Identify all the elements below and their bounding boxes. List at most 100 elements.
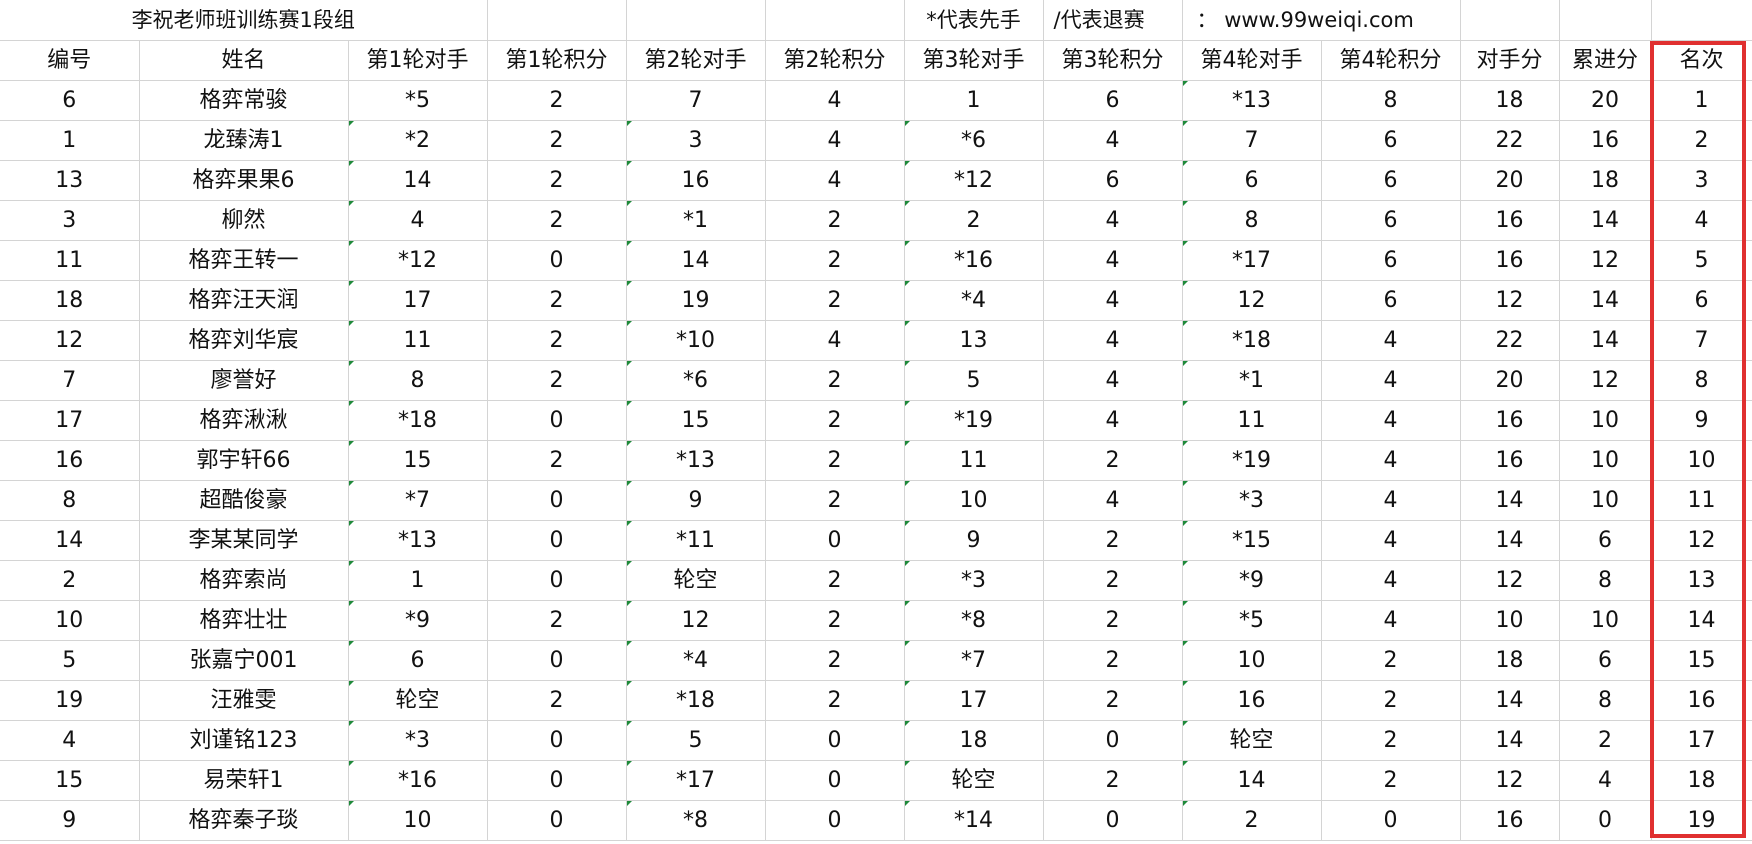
cell-r4-score[interactable]: 6 <box>1321 120 1461 161</box>
cell-r3-score[interactable]: 2 <box>1043 560 1183 601</box>
cell-cumulative-score[interactable]: 6 <box>1559 520 1652 561</box>
cell-opponent-score[interactable]: 22 <box>1460 320 1560 361</box>
cell-r2-opponent[interactable]: 9 <box>626 480 766 521</box>
cell-r3-score[interactable]: 4 <box>1043 360 1183 401</box>
cell-r4-score[interactable]: 8 <box>1321 80 1461 121</box>
cell-r1-opponent[interactable]: 11 <box>348 320 488 361</box>
cell-cumulative-score[interactable]: 6 <box>1559 640 1652 681</box>
cell-r4-score[interactable]: 0 <box>1321 800 1461 841</box>
cell-r3-opponent[interactable]: *19 <box>904 400 1044 441</box>
cell-r2-score[interactable]: 2 <box>765 440 905 481</box>
cell-r3-opponent[interactable]: 9 <box>904 520 1044 561</box>
cell-r4-opponent[interactable]: 16 <box>1182 680 1322 721</box>
cell-cumulative-score[interactable]: 10 <box>1559 480 1652 521</box>
cell-id[interactable]: 2 <box>0 560 140 601</box>
header-r3-opponent[interactable]: 第3轮对手 <box>904 40 1044 81</box>
cell-rank[interactable]: 1 <box>1651 80 1752 121</box>
cell-r3-opponent[interactable]: 10 <box>904 480 1044 521</box>
header-r1-score[interactable]: 第1轮积分 <box>487 40 627 81</box>
cell-r2-score[interactable]: 2 <box>765 240 905 281</box>
cell-r1-opponent[interactable]: 1 <box>348 560 488 601</box>
cell-r3-opponent[interactable]: *6 <box>904 120 1044 161</box>
cell-r3-score[interactable]: 2 <box>1043 520 1183 561</box>
cell-r4-opponent[interactable]: *18 <box>1182 320 1322 361</box>
cell-r4-score[interactable]: 6 <box>1321 240 1461 281</box>
cell-rank[interactable]: 8 <box>1651 360 1752 401</box>
cell-id[interactable]: 4 <box>0 720 140 761</box>
cell-opponent-score[interactable]: 20 <box>1460 160 1560 201</box>
cell-r2-opponent[interactable]: *4 <box>626 640 766 681</box>
cell-r3-opponent[interactable]: 2 <box>904 200 1044 241</box>
empty-cell[interactable] <box>487 0 627 41</box>
cell-r4-opponent[interactable]: 10 <box>1182 640 1322 681</box>
sheet-title[interactable]: 李祝老师班训练赛1段组 <box>0 0 488 41</box>
cell-cumulative-score[interactable]: 4 <box>1559 760 1652 801</box>
cell-r4-opponent[interactable]: 轮空 <box>1182 720 1322 761</box>
cell-opponent-score[interactable]: 12 <box>1460 760 1560 801</box>
cell-r1-score[interactable]: 2 <box>487 680 627 721</box>
cell-r1-opponent[interactable]: 17 <box>348 280 488 321</box>
cell-r1-opponent[interactable]: 15 <box>348 440 488 481</box>
cell-r2-score[interactable]: 4 <box>765 120 905 161</box>
cell-r3-score[interactable]: 4 <box>1043 120 1183 161</box>
cell-id[interactable]: 11 <box>0 240 140 281</box>
cell-r2-score[interactable]: 2 <box>765 560 905 601</box>
cell-r3-opponent[interactable]: 18 <box>904 720 1044 761</box>
cell-r3-opponent[interactable]: 17 <box>904 680 1044 721</box>
cell-r2-opponent[interactable]: 12 <box>626 600 766 641</box>
cell-rank[interactable]: 6 <box>1651 280 1752 321</box>
cell-name[interactable]: 龙臻涛1 <box>139 120 349 161</box>
note-first-move[interactable]: *代表先手 <box>904 0 1044 41</box>
cell-r4-opponent[interactable]: 6 <box>1182 160 1322 201</box>
cell-r4-opponent[interactable]: 8 <box>1182 200 1322 241</box>
empty-cell[interactable] <box>1460 0 1560 41</box>
header-r4-score[interactable]: 第4轮积分 <box>1321 40 1461 81</box>
cell-r2-score[interactable]: 2 <box>765 680 905 721</box>
cell-opponent-score[interactable]: 14 <box>1460 480 1560 521</box>
cell-r1-score[interactable]: 0 <box>487 760 627 801</box>
cell-id[interactable]: 18 <box>0 280 140 321</box>
empty-cell[interactable] <box>1559 0 1652 41</box>
cell-r1-opponent[interactable]: 14 <box>348 160 488 201</box>
cell-r1-score[interactable]: 2 <box>487 280 627 321</box>
cell-r4-opponent[interactable]: 11 <box>1182 400 1322 441</box>
cell-rank[interactable]: 2 <box>1651 120 1752 161</box>
cell-r1-score[interactable]: 2 <box>487 440 627 481</box>
cell-cumulative-score[interactable]: 20 <box>1559 80 1652 121</box>
cell-name[interactable]: 刘谨铭123 <box>139 720 349 761</box>
cell-r4-opponent[interactable]: *15 <box>1182 520 1322 561</box>
cell-r4-score[interactable]: 6 <box>1321 280 1461 321</box>
cell-opponent-score[interactable]: 16 <box>1460 240 1560 281</box>
cell-r4-score[interactable]: 6 <box>1321 160 1461 201</box>
cell-r4-score[interactable]: 4 <box>1321 400 1461 441</box>
cell-r1-score[interactable]: 0 <box>487 240 627 281</box>
cell-r1-opponent[interactable]: *2 <box>348 120 488 161</box>
cell-name[interactable]: 李某某同学 <box>139 520 349 561</box>
header-r3-score[interactable]: 第3轮积分 <box>1043 40 1183 81</box>
cell-r2-opponent[interactable]: 5 <box>626 720 766 761</box>
cell-name[interactable]: 格弈汪天润 <box>139 280 349 321</box>
cell-opponent-score[interactable]: 16 <box>1460 200 1560 241</box>
cell-r3-score[interactable]: 2 <box>1043 680 1183 721</box>
header-r2-score[interactable]: 第2轮积分 <box>765 40 905 81</box>
cell-rank[interactable]: 7 <box>1651 320 1752 361</box>
cell-cumulative-score[interactable]: 10 <box>1559 440 1652 481</box>
cell-name[interactable]: 汪雅雯 <box>139 680 349 721</box>
cell-r1-opponent[interactable]: *7 <box>348 480 488 521</box>
cell-r4-opponent[interactable]: *19 <box>1182 440 1322 481</box>
empty-cell[interactable] <box>626 0 766 41</box>
cell-r1-score[interactable]: 2 <box>487 160 627 201</box>
cell-r2-opponent[interactable]: 14 <box>626 240 766 281</box>
cell-r2-opponent[interactable]: 19 <box>626 280 766 321</box>
cell-opponent-score[interactable]: 18 <box>1460 640 1560 681</box>
cell-name[interactable]: 格弈常骏 <box>139 80 349 121</box>
cell-r3-score[interactable]: 2 <box>1043 440 1183 481</box>
cell-r1-opponent[interactable]: 8 <box>348 360 488 401</box>
cell-cumulative-score[interactable]: 12 <box>1559 240 1652 281</box>
cell-cumulative-score[interactable]: 8 <box>1559 560 1652 601</box>
cell-r3-score[interactable]: 4 <box>1043 240 1183 281</box>
cell-id[interactable]: 9 <box>0 800 140 841</box>
cell-rank[interactable]: 17 <box>1651 720 1752 761</box>
cell-opponent-score[interactable]: 14 <box>1460 680 1560 721</box>
cell-r1-opponent[interactable]: *5 <box>348 80 488 121</box>
